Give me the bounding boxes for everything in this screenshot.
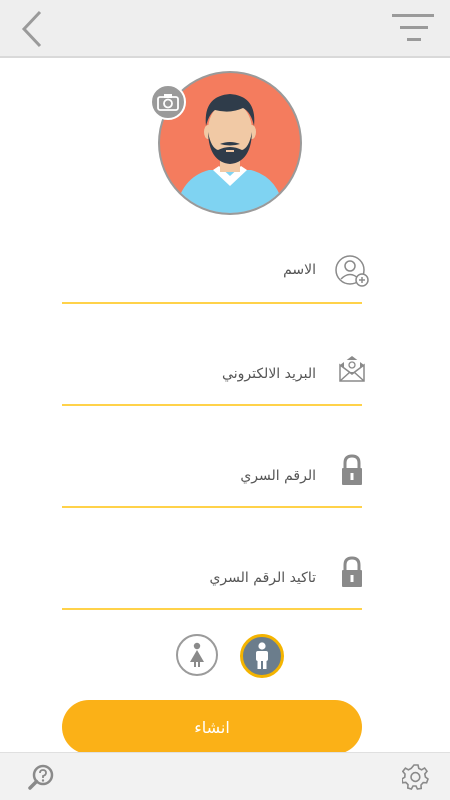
confirm-password-field-label: تاكيد الرقم السري [209,570,316,586]
name-field-label: الاسم [283,262,316,278]
help-button[interactable] [28,763,56,791]
confirm-password-field[interactable]: تاكيد الرقم السري [62,550,362,610]
email-icon [339,356,365,382]
confirm-password-field-underline [62,608,362,610]
camera-icon [157,94,179,111]
gender-female-option[interactable] [176,634,218,676]
add-user-icon [335,255,369,287]
female-icon [190,642,204,667]
name-field[interactable]: الاسم [62,244,369,304]
email-field[interactable]: البريد الالكتروني [62,346,365,406]
gear-icon [401,764,429,790]
email-field-underline [62,404,362,406]
filter-icon [392,14,434,41]
password-field-label: الرقم السري [240,468,316,484]
lock-icon [342,556,362,587]
email-field-label: البريد الالكتروني [222,366,316,382]
password-field-underline [62,506,362,508]
gender-male-option[interactable] [240,634,284,678]
chevron-left-icon [21,10,42,48]
create-account-button[interactable]: انشاء [62,700,362,754]
back-button[interactable] [16,8,52,50]
help-search-icon [28,764,54,790]
password-field[interactable]: الرقم السري [62,448,362,508]
name-field-underline [62,302,362,304]
settings-button[interactable] [401,763,430,791]
male-icon [256,642,268,669]
bottom-bar [0,752,450,800]
lock-icon [342,454,362,485]
filter-button[interactable] [392,12,436,46]
create-account-label: انشاء [194,717,230,737]
change-photo-button[interactable] [150,84,186,120]
top-app-bar [0,0,450,58]
